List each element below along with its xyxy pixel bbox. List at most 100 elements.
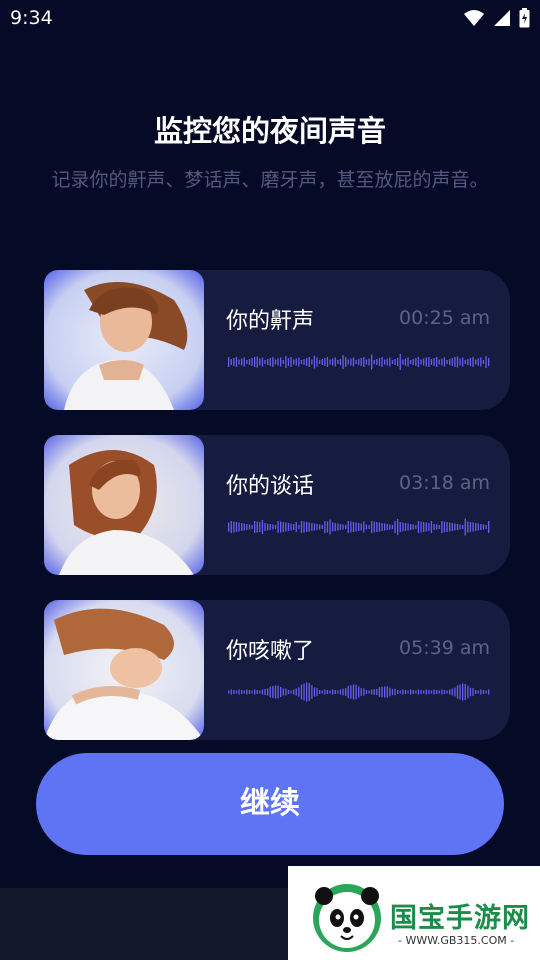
recording-time: 05:39 am: [399, 637, 490, 659]
watermark: 国宝手游网 - WWW.GB315.COM -: [288, 866, 540, 960]
status-icons: [463, 8, 530, 28]
waveform-bar: [238, 359, 240, 365]
waveform-bar: [298, 525, 300, 529]
waveform-bar: [430, 359, 433, 365]
battery-icon: [519, 8, 530, 28]
waveform-bar: [243, 690, 245, 694]
continue-button[interactable]: 继续: [36, 753, 504, 855]
waveform-bar: [272, 686, 274, 698]
waveform-bar: [459, 684, 461, 700]
waveform-bar: [485, 525, 487, 529]
waveform-bar: [441, 689, 443, 695]
waveform-bar: [277, 685, 279, 699]
waveform-bar: [228, 522, 230, 532]
waveform-bar: [228, 690, 230, 694]
waveform-bar: [246, 689, 248, 695]
waveform-bar: [285, 522, 287, 532]
waveform-bar: [251, 358, 253, 366]
waveform-bar: [462, 683, 464, 701]
waveform-bar: [261, 520, 264, 534]
waveform-bar: [456, 356, 459, 368]
waveform-bar: [378, 522, 381, 532]
waveform-bar: [358, 523, 360, 531]
waveform-bar: [464, 683, 466, 701]
waveform-bar: [256, 690, 258, 694]
waveform-bar: [443, 521, 446, 533]
waveform-bar: [459, 358, 461, 366]
waveform-bar: [230, 521, 232, 533]
recording-card-talk[interactable]: 你的谈话 03:18 am: [44, 435, 510, 575]
waveform-bar: [316, 687, 318, 697]
waveform-bar: [371, 521, 373, 533]
waveform-bar: [280, 687, 282, 697]
waveform-bar: [425, 689, 427, 695]
waveform-bar: [238, 689, 240, 695]
watermark-url: - WWW.GB315.COM -: [398, 934, 515, 947]
waveform-bar: [449, 359, 451, 365]
waveform-bar: [446, 690, 448, 694]
waveform-bar: [347, 359, 349, 365]
waveform-bar: [267, 688, 269, 696]
waveform-bar: [425, 357, 427, 367]
waveform-bar: [254, 357, 256, 367]
waveform-bar: [441, 358, 443, 366]
waveform-bar: [308, 683, 310, 701]
waveform-bar: [272, 357, 274, 367]
page-subtitle: 记录你的鼾声、梦话声、磨牙声，甚至放屁的声音。: [51, 169, 489, 191]
waveform-bar: [451, 688, 453, 696]
waveform-bar: [363, 688, 365, 696]
waveform-bar: [412, 359, 414, 365]
waveform-bar: [329, 359, 331, 365]
waveform-bar: [300, 360, 303, 364]
waveform-bar: [472, 688, 474, 696]
waveform-bar: [334, 357, 336, 367]
waveform-bar: [454, 523, 456, 531]
waveform-bar: [420, 359, 422, 365]
waveform-bar: [248, 359, 251, 365]
waveform-bar: [391, 525, 394, 529]
waveform-bar: [306, 682, 308, 702]
waveform-bar: [397, 519, 399, 535]
waveform-bar: [235, 357, 238, 367]
waveform-bar: [352, 684, 355, 700]
waveform-bar: [404, 523, 407, 531]
waveform-bar: [433, 524, 435, 530]
waveform-bar: [472, 522, 474, 532]
recording-label: 你咳嗽了: [226, 639, 315, 664]
waveform-bar: [368, 358, 370, 366]
waveform-bar: [407, 523, 409, 531]
waveform-bar: [420, 521, 422, 533]
waveform-bar: [397, 690, 399, 694]
waveform-bar: [303, 683, 305, 701]
waveform-bar: [332, 689, 334, 695]
waveform-bar: [293, 689, 295, 695]
waveform-bar: [365, 524, 368, 530]
waveform-bar: [430, 521, 433, 533]
waveform-bar: [423, 522, 425, 532]
recording-label: 你的鼾声: [226, 309, 315, 334]
waveform-bar: [373, 521, 375, 533]
waveform-bar: [274, 685, 277, 699]
waveform-bar: [399, 522, 401, 532]
waveform-bar: [389, 524, 391, 530]
waveform-bar: [287, 523, 290, 531]
waveform-bar: [391, 688, 394, 696]
waveform-bar: [321, 690, 323, 694]
waveform-bar: [298, 357, 300, 367]
waveform-bar: [407, 357, 409, 367]
waveform-bar: [456, 685, 459, 699]
waveform-bar: [339, 524, 342, 530]
recording-card-snore[interactable]: 你的鼾声 00:25 am: [44, 270, 510, 410]
waveform-bar: [475, 359, 477, 365]
waveform-bar: [469, 358, 472, 366]
waveform-bar: [475, 690, 477, 694]
recording-card-cough[interactable]: 你咳嗽了 05:39 am: [44, 600, 510, 740]
waveform-bar: [417, 521, 420, 533]
waveform-bar: [441, 521, 443, 533]
waveform-bar: [259, 522, 261, 532]
waveform-bar: [337, 690, 339, 694]
waveform-bar: [233, 358, 235, 366]
waveform-bar: [420, 690, 422, 694]
waveform-bar: [451, 523, 453, 531]
sound-waveform: [228, 682, 490, 702]
